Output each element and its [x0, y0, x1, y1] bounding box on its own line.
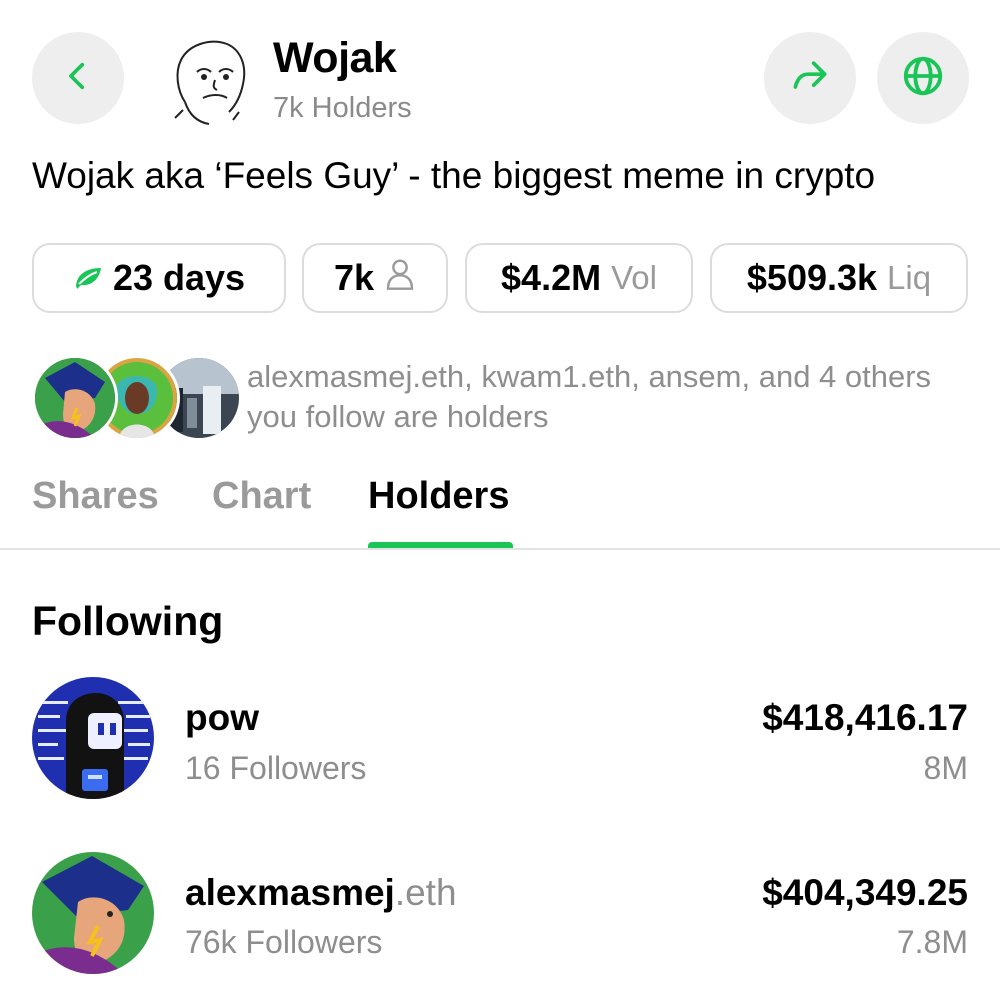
holder-followers: 76k Followers: [185, 924, 383, 960]
person-icon: [384, 256, 416, 301]
tab-chart[interactable]: Chart: [212, 475, 311, 518]
share-arrow-icon: [788, 54, 832, 103]
holder-value: $418,416.17: [762, 697, 968, 738]
holder-name-suffix: .eth: [394, 872, 457, 913]
liquidity-pill: $509.3k Liq: [710, 243, 968, 313]
holder-name-text: alexmasmej: [185, 872, 395, 913]
holder-name[interactable]: alexmasmej.eth: [185, 872, 457, 914]
holder-value: $404,349.25: [762, 872, 968, 913]
holder-avatar[interactable]: [32, 677, 154, 799]
volume-pill: $4.2M Vol: [465, 243, 693, 313]
age-pill: 23 days: [32, 243, 286, 313]
age-value: 23 days: [112, 257, 246, 298]
volume-unit: Vol: [611, 259, 657, 296]
holder-amount: 7.8M: [896, 924, 968, 960]
holders-count-subtitle: 7k Holders: [273, 92, 412, 124]
followed-holders-text[interactable]: alexmasmej.eth, kwam1.eth, ansem, and 4 …: [247, 357, 947, 437]
avatar: [32, 355, 118, 441]
website-button[interactable]: [877, 32, 969, 124]
holder-followers: 16 Followers: [185, 750, 367, 786]
tab-holders[interactable]: Holders: [368, 475, 509, 518]
share-button[interactable]: [764, 32, 856, 124]
token-title: Wojak: [273, 34, 397, 82]
holder-avatar[interactable]: [32, 852, 154, 974]
back-button[interactable]: [32, 32, 124, 124]
liquidity-unit: Liq: [887, 259, 932, 296]
section-title: Following: [32, 598, 224, 644]
holders-pill: 7k: [302, 243, 448, 313]
holder-amount: 8M: [923, 750, 968, 786]
tab-shares[interactable]: Shares: [32, 475, 159, 518]
liquidity-value: $509.3k: [746, 257, 878, 298]
globe-icon: [900, 53, 946, 104]
token-description: Wojak aka ‘Feels Guy’ - the biggest meme…: [32, 155, 876, 196]
volume-value: $4.2M: [501, 257, 602, 298]
holder-name-text: pow: [185, 697, 259, 738]
token-logo: [163, 32, 259, 128]
chevron-left-icon: [61, 59, 95, 98]
holder-name[interactable]: pow: [185, 697, 259, 739]
leaf-icon: [73, 257, 103, 299]
tabs-divider: [0, 548, 1000, 550]
holders-value: 7k: [333, 257, 375, 298]
